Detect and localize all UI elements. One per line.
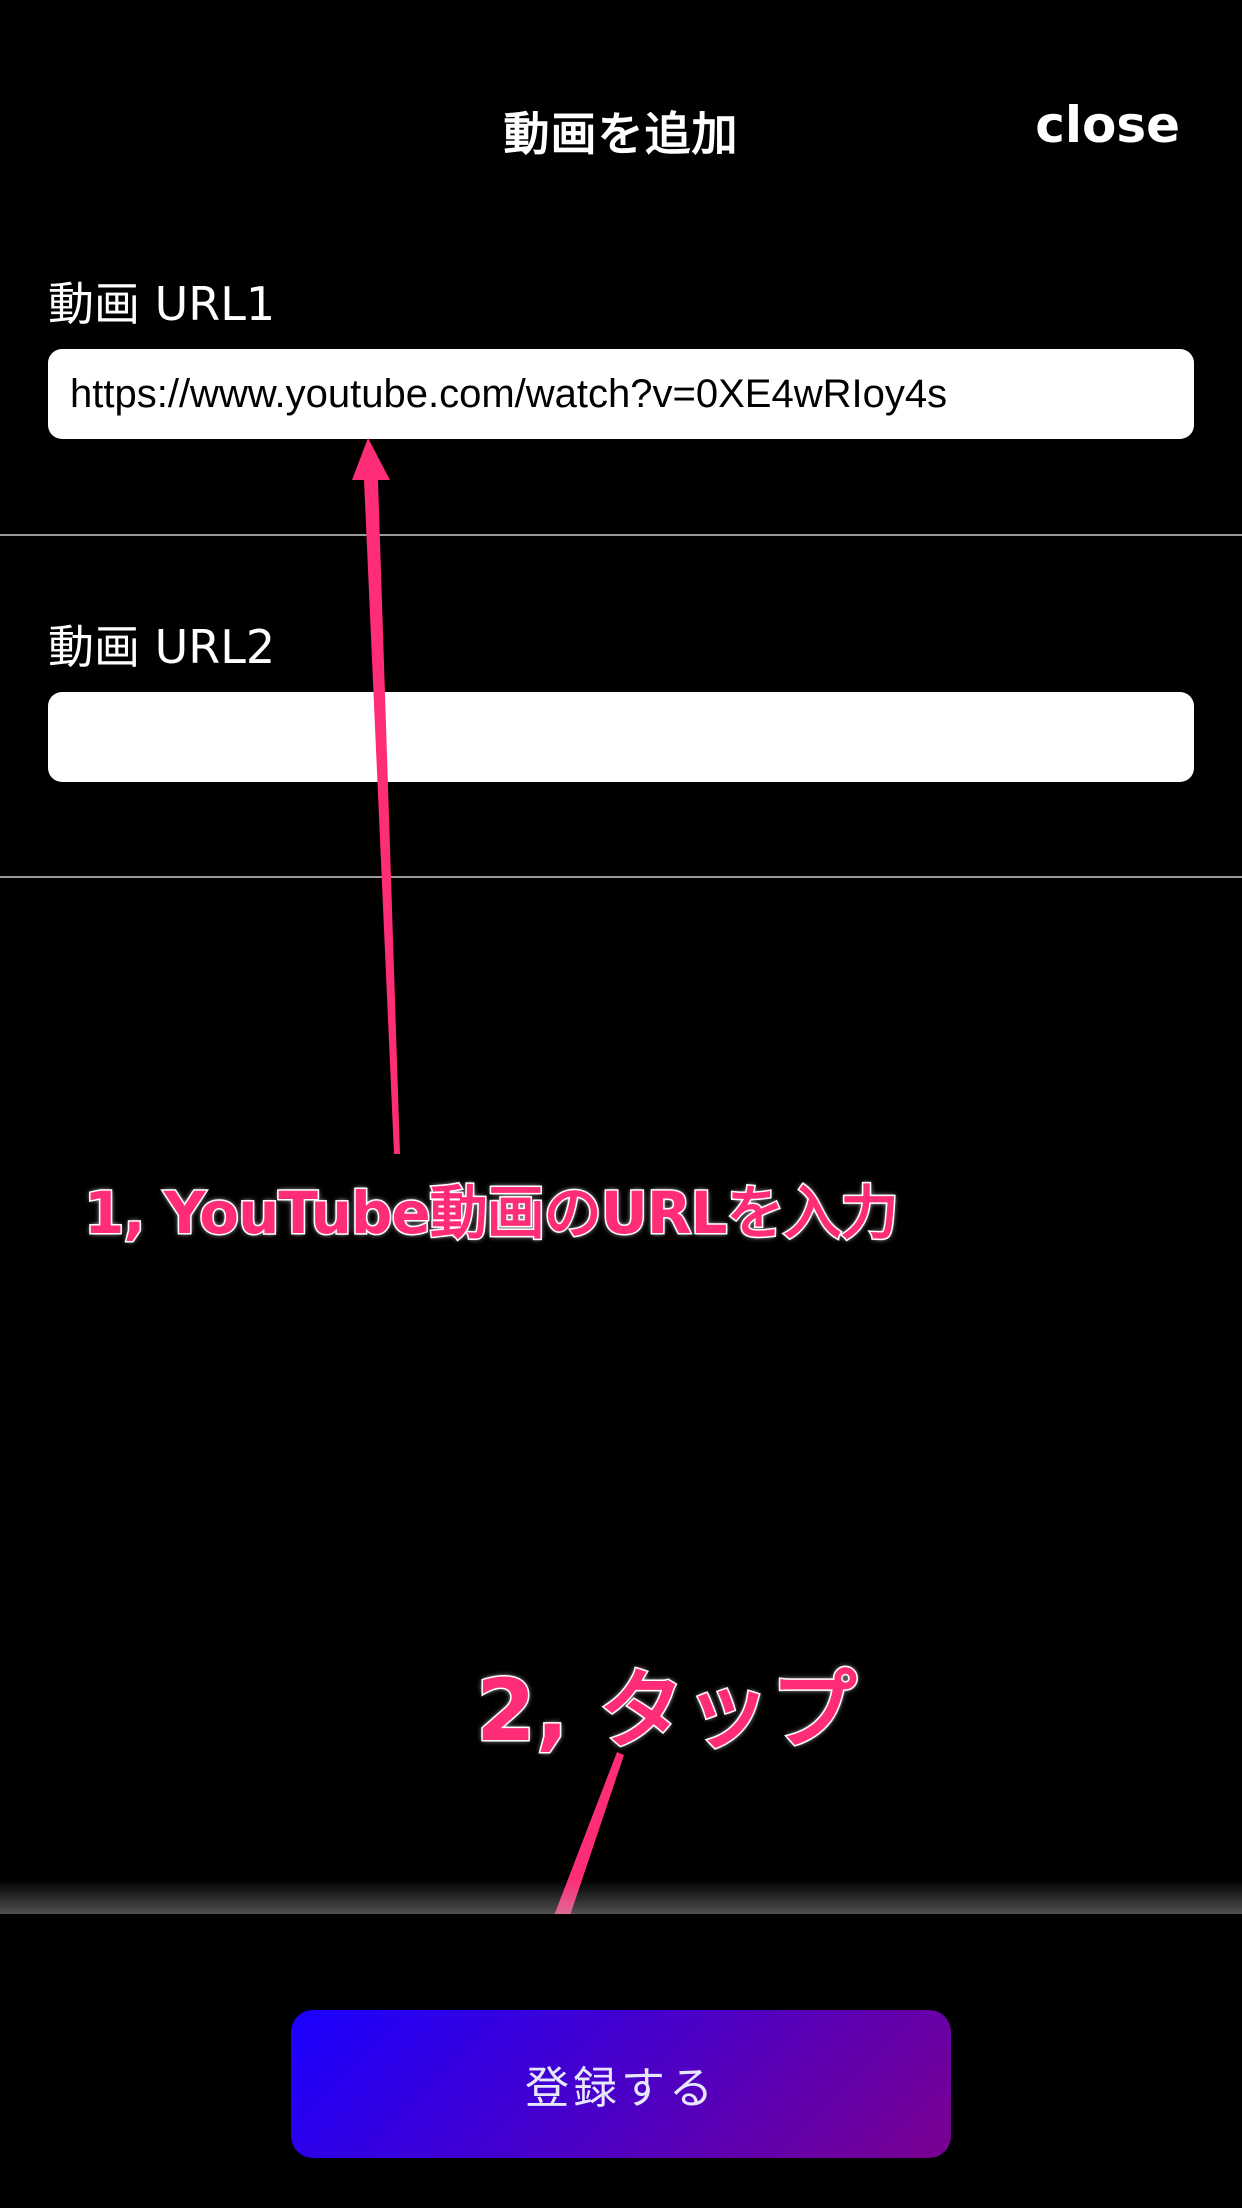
url2-label: 動画 URL2 — [48, 620, 276, 674]
divider-1 — [0, 534, 1242, 536]
close-button[interactable]: close — [1035, 96, 1180, 154]
annotation-step2: 2, タップ — [474, 1660, 857, 1763]
url2-input[interactable] — [48, 692, 1194, 782]
register-button[interactable]: 登録する — [291, 2010, 951, 2158]
url1-label: 動画 URL1 — [48, 277, 276, 331]
divider-2 — [0, 876, 1242, 878]
arrow-1-icon — [352, 438, 400, 1154]
url1-input[interactable] — [48, 349, 1194, 439]
annotation-step1: 1, YouTube動画のURLを入力 — [82, 1178, 899, 1249]
footer-shadow — [0, 1880, 1242, 1914]
header-bar: 動画を追加 close — [0, 0, 1242, 250]
